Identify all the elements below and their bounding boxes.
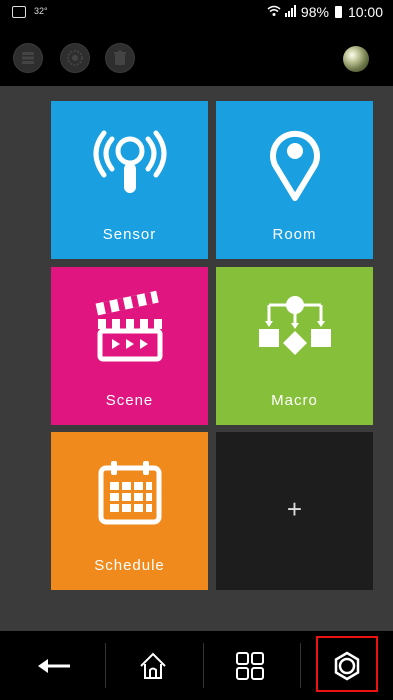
- tile-grid: Sensor Room Scene Macro Schedule +: [0, 86, 393, 631]
- status-bar: 32° 98% 10:00: [0, 0, 393, 26]
- tile-label: Sensor: [102, 226, 157, 243]
- trash-button[interactable]: [105, 43, 135, 73]
- status-orb-icon[interactable]: [343, 46, 369, 72]
- top-toolbar: [0, 26, 393, 86]
- tile-label: Room: [272, 226, 317, 243]
- grid-icon: [236, 651, 264, 680]
- room-tile[interactable]: Room: [216, 101, 373, 259]
- tile-label: Scene: [105, 392, 154, 409]
- back-arrow-icon: [38, 658, 70, 673]
- clock: 10:00: [347, 4, 383, 20]
- tile-label: Schedule: [94, 557, 165, 574]
- flowchart-icon: [258, 296, 331, 355]
- gallery-icon: [12, 6, 26, 18]
- server-icon: [14, 44, 42, 72]
- back-button[interactable]: [20, 631, 90, 700]
- clapperboard-icon: [95, 290, 162, 362]
- temperature-text: 32°: [34, 6, 48, 16]
- nav-divider: [105, 643, 106, 688]
- sensor-tile[interactable]: Sensor: [51, 101, 208, 259]
- home-button[interactable]: [118, 631, 188, 700]
- dial-icon: [61, 44, 89, 72]
- server-button[interactable]: [13, 43, 43, 73]
- settings-highlight-box: [316, 636, 378, 692]
- status-right: 98% 10:00: [267, 4, 383, 20]
- plus-icon: +: [286, 494, 303, 524]
- tile-label: Macro: [271, 392, 318, 409]
- battery-icon: [334, 6, 342, 18]
- schedule-tile[interactable]: Schedule: [51, 432, 208, 590]
- signal-icon: [284, 4, 297, 20]
- sensor-icon: [93, 130, 166, 193]
- dial-button[interactable]: [60, 43, 90, 73]
- scene-tile[interactable]: Scene: [51, 267, 208, 425]
- calendar-icon: [98, 461, 161, 525]
- nav-divider: [300, 643, 301, 688]
- add-tile[interactable]: +: [216, 432, 373, 590]
- grid-button[interactable]: [215, 631, 285, 700]
- battery-percent: 98%: [300, 4, 329, 20]
- nav-divider: [203, 643, 204, 688]
- trash-icon: [106, 44, 134, 72]
- home-icon: [140, 652, 166, 679]
- macro-tile[interactable]: Macro: [216, 267, 373, 425]
- wifi-icon: [267, 4, 281, 20]
- location-pin-icon: [269, 130, 320, 201]
